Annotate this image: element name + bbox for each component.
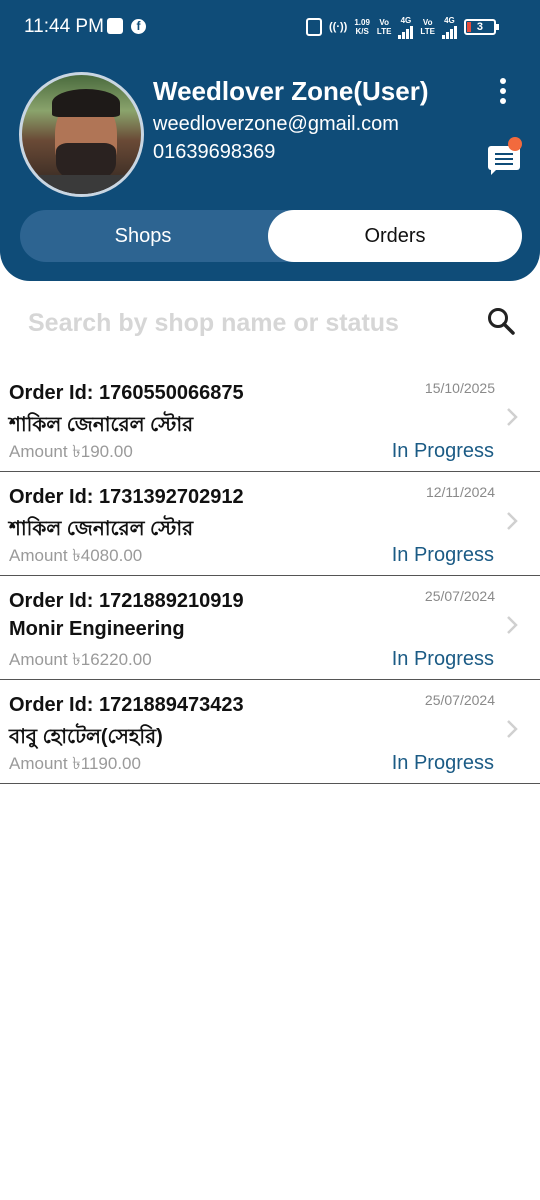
battery-icon: 3: [463, 19, 499, 35]
orders-list: Order Id: 1760550066875 শাকিল জেনারেল স্…: [0, 368, 540, 784]
order-date: 12/11/2024: [425, 484, 495, 500]
order-row[interactable]: Order Id: 1721889473423 বাবু হোটেল(সেহরি…: [0, 680, 540, 784]
kebab-menu-icon[interactable]: [494, 78, 514, 104]
order-id: Order Id: 1760550066875: [9, 382, 244, 404]
order-shop-name: Monir Engineering: [9, 618, 185, 640]
chevron-right-icon: [507, 720, 518, 738]
profile-phone: 01639698369: [153, 141, 276, 163]
order-id: Order Id: 1731392702912: [9, 486, 244, 508]
order-row[interactable]: Order Id: 1731392702912 শাকিল জেনারেল স্…: [0, 472, 540, 576]
sim2-volte: Vo LTE: [420, 18, 435, 36]
tab-shops[interactable]: Shops: [20, 210, 266, 262]
order-row[interactable]: Order Id: 1760550066875 শাকিল জেনারেল স্…: [0, 368, 540, 472]
order-status: In Progress: [391, 752, 494, 774]
sim2-signal: 4G: [441, 15, 457, 39]
notification-dot: [508, 137, 522, 151]
search-input[interactable]: [28, 306, 468, 340]
segmented-tabs: Shops Orders: [20, 210, 522, 262]
order-status: In Progress: [391, 648, 494, 670]
sim1-signal: 4G: [398, 15, 414, 39]
net-speed-value: 1.09: [354, 18, 370, 27]
order-date: 15/10/2025: [424, 380, 495, 396]
order-date: 25/07/2024: [424, 588, 495, 604]
order-amount: Amount ৳1190.00: [9, 754, 141, 773]
net-speed-unit: K/S: [355, 27, 369, 36]
signal-icon: [441, 25, 457, 39]
sim1-vo: Vo: [379, 18, 389, 27]
order-id: Order Id: 1721889473423: [9, 694, 244, 716]
profile-email: weedloverzone@gmail.com: [153, 113, 399, 135]
sim1-tech: 4G: [400, 15, 412, 25]
facebook-icon: f: [131, 19, 146, 34]
chevron-right-icon: [507, 616, 518, 634]
tab-orders[interactable]: Orders: [268, 210, 522, 262]
sim2-vo: Vo: [422, 18, 433, 27]
status-bar: 11:44 PM f ((·)) 1.09 K/S Vo LTE 4G Vo L…: [0, 0, 540, 56]
order-amount: Amount ৳190.00: [9, 442, 133, 461]
avatar-hair: [52, 89, 120, 117]
sim2-tech: 4G: [444, 15, 455, 25]
avatar-shirt: [22, 175, 141, 194]
status-indicators: ((·)) 1.09 K/S Vo LTE 4G Vo LTE 4G 3: [306, 15, 499, 39]
notification-app-icon: [107, 18, 123, 34]
chevron-right-icon: [507, 512, 518, 530]
sim1-volte: Vo LTE: [377, 18, 392, 36]
signal-icon: [398, 25, 414, 39]
profile-name: Weedlover Zone(User): [153, 76, 429, 106]
profile-header: 11:44 PM f ((·)) 1.09 K/S Vo LTE 4G Vo L…: [0, 0, 540, 281]
sim1-lte: LTE: [376, 27, 392, 36]
hotspot-icon: ((·)): [329, 21, 348, 33]
order-row[interactable]: Order Id: 1721889210919 Monir Engineerin…: [0, 576, 540, 680]
avatar[interactable]: [19, 72, 144, 197]
net-speed: 1.09 K/S: [354, 18, 370, 36]
order-date: 25/07/2024: [424, 692, 495, 708]
order-status: In Progress: [391, 440, 494, 462]
status-time: 11:44 PM: [24, 16, 104, 37]
order-id: Order Id: 1721889210919: [9, 590, 244, 612]
vibrate-icon: [306, 18, 322, 36]
order-status: In Progress: [391, 544, 494, 566]
chat-bubble-icon[interactable]: [488, 137, 522, 175]
chevron-right-icon: [507, 408, 518, 426]
order-amount: Amount ৳16220.00: [9, 650, 152, 669]
sim2-lte: LTE: [420, 27, 435, 36]
order-amount: Amount ৳4080.00: [9, 546, 143, 565]
search-icon[interactable]: [486, 306, 516, 336]
